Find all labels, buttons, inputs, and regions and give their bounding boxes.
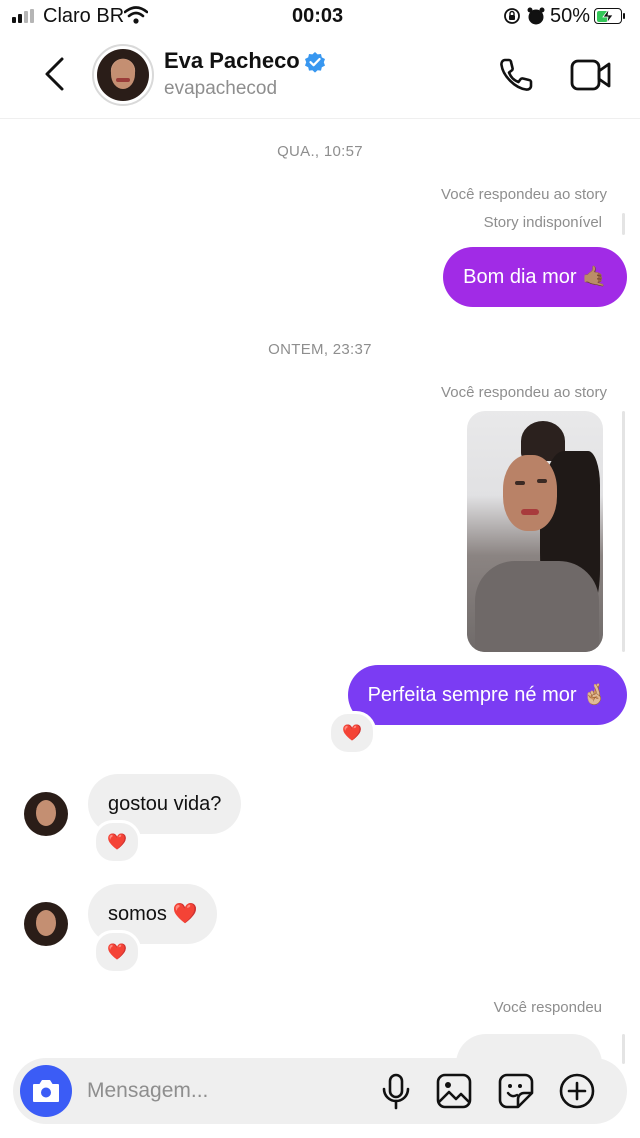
- signal-icon: [12, 9, 36, 23]
- reply-bar: [622, 411, 625, 652]
- add-icon[interactable]: [559, 1073, 595, 1109]
- heart-reaction[interactable]: ❤️: [93, 820, 141, 864]
- story-thumbnail[interactable]: [467, 411, 603, 652]
- camera-icon: [33, 1080, 59, 1102]
- gallery-icon[interactable]: [436, 1073, 472, 1109]
- sent-message[interactable]: Bom dia mor 🤙🏽: [443, 247, 627, 307]
- reply-bar: [622, 213, 625, 235]
- timestamp: ONTEM, 23:37: [268, 341, 372, 358]
- back-icon[interactable]: [40, 56, 70, 92]
- sent-message[interactable]: Perfeita sempre né mor 🤞🏼: [347, 665, 627, 725]
- heart-reaction[interactable]: ❤️: [93, 930, 141, 974]
- message-input[interactable]: [87, 1075, 367, 1107]
- battery-icon: [594, 8, 625, 24]
- video-icon[interactable]: [570, 58, 612, 92]
- microphone-icon[interactable]: [380, 1073, 412, 1111]
- reply-label: Você respondeu: [493, 999, 602, 1016]
- status-bar: Claro BR 00:03 50%: [0, 0, 640, 34]
- timestamp: QUA., 10:57: [277, 143, 363, 160]
- sticker-icon[interactable]: [498, 1073, 534, 1109]
- verified-icon: [305, 52, 325, 73]
- story-reply-label: Você respondeu ao story: [441, 186, 607, 203]
- camera-button[interactable]: [20, 1065, 72, 1117]
- battery-percent: 50%: [550, 5, 591, 27]
- contact-username[interactable]: evapachecod: [164, 78, 277, 100]
- sender-avatar[interactable]: [24, 902, 68, 946]
- story-unavailable-label: Story indisponível: [483, 214, 602, 231]
- sender-avatar[interactable]: [24, 792, 68, 836]
- phone-icon[interactable]: [497, 56, 535, 94]
- orientation-lock-icon: [504, 8, 520, 24]
- contact-avatar[interactable]: [97, 49, 149, 101]
- clock-time: 00:03: [292, 5, 344, 27]
- heart-reaction[interactable]: ❤️: [328, 711, 376, 755]
- story-reply-label: Você respondeu ao story: [441, 384, 607, 401]
- chat-header: Eva Pacheco evapachecod: [0, 34, 640, 119]
- message-composer: [13, 1058, 627, 1124]
- contact-name[interactable]: Eva Pacheco: [164, 48, 300, 74]
- carrier-name: Claro BR: [43, 5, 125, 27]
- alarm-icon: [527, 7, 545, 25]
- reply-bar: [622, 1034, 625, 1064]
- wifi-icon: [124, 6, 148, 24]
